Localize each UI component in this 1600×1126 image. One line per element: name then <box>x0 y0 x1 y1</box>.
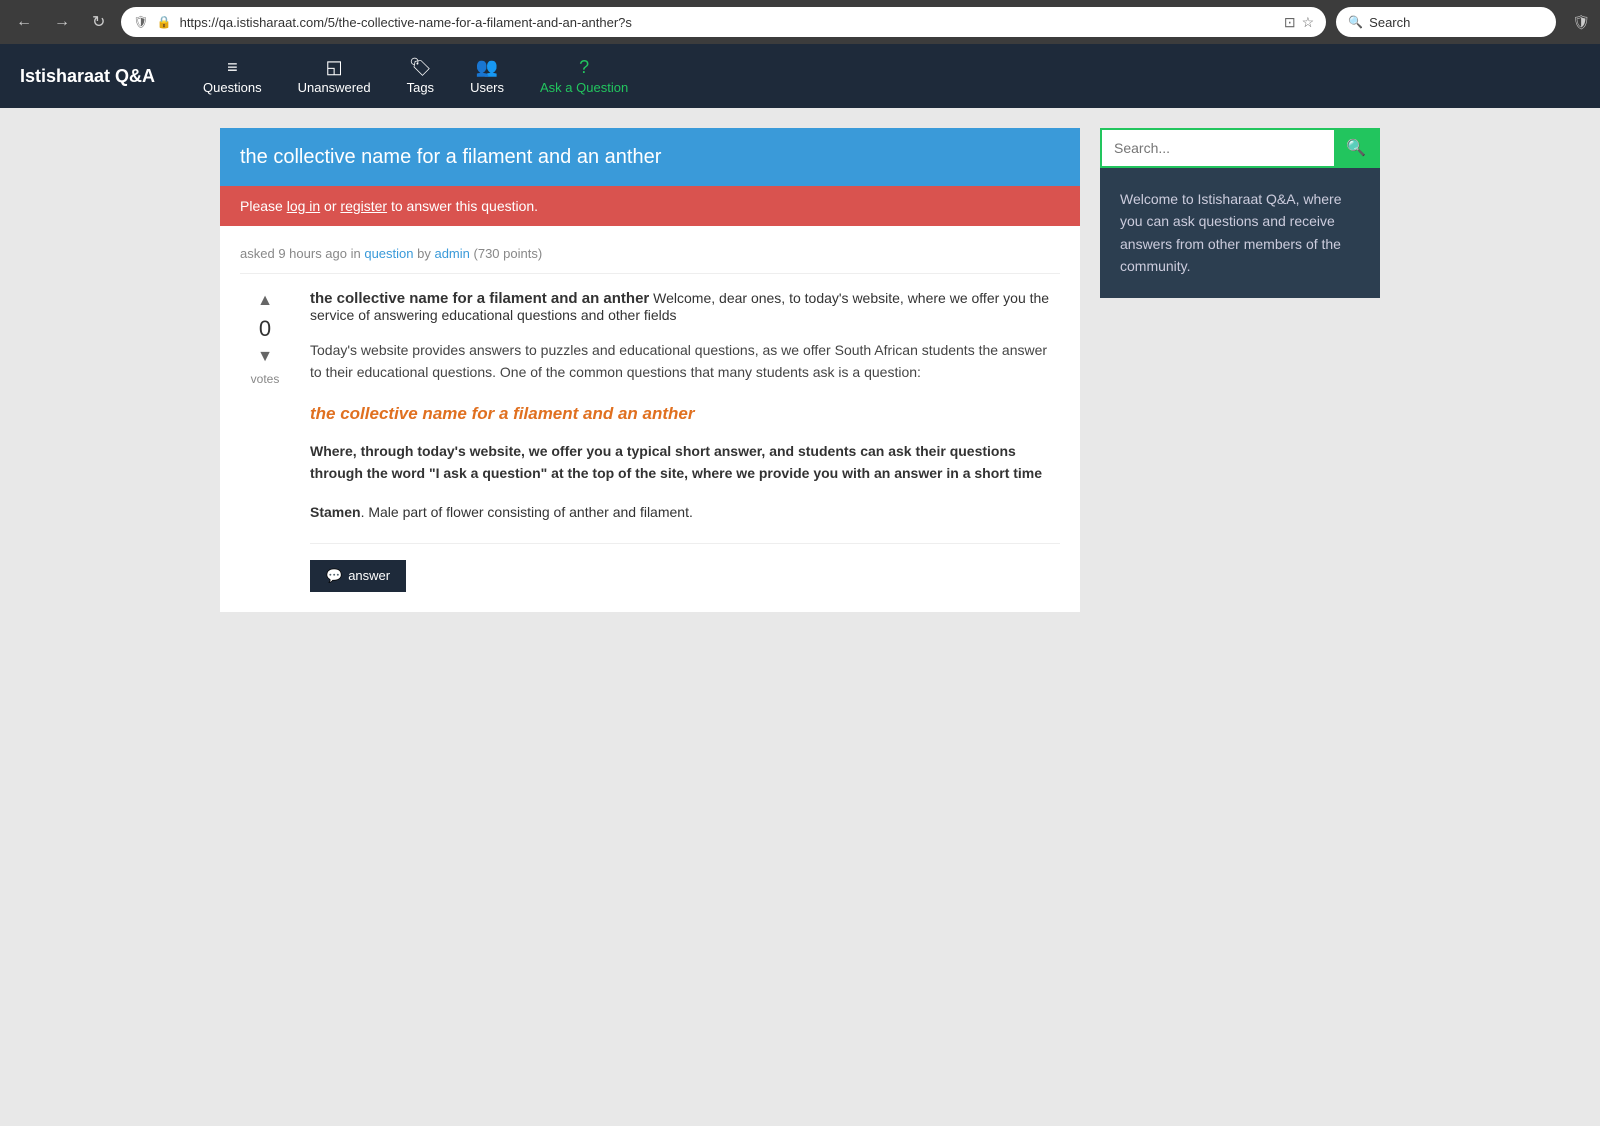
meta-time: 9 hours ago in <box>278 246 364 261</box>
sidebar-search: 🔍 <box>1100 128 1380 168</box>
question-title-bar: the collective name for a filament and a… <box>220 128 1080 186</box>
bookmark-icon[interactable]: ⊡ <box>1284 14 1296 31</box>
nav-users[interactable]: 👥 Users <box>452 47 522 105</box>
browser-chrome: ← → ↻ 🛡 🔒 https://qa.istisharaat.com/5/t… <box>0 0 1600 44</box>
downvote-button[interactable] <box>255 346 275 368</box>
nav-questions[interactable]: ≡ Questions <box>185 47 280 105</box>
answer-button-label: answer <box>348 568 390 583</box>
search-icon: 🔍 <box>1348 15 1363 29</box>
question-content: the collective name for a filament and a… <box>310 290 1060 592</box>
site-nav: ≡ Questions ◱ Unanswered 🏷 Tags 👥 Users … <box>185 47 646 105</box>
ask-icon: ? <box>579 57 589 78</box>
star-icon[interactable]: ☆ <box>1302 14 1315 31</box>
upvote-button[interactable] <box>255 290 275 312</box>
sidebar-welcome: Welcome to Istisharaat Q&A, where you ca… <box>1100 168 1380 298</box>
meta-author[interactable]: admin <box>434 246 469 261</box>
page-wrapper: the collective name for a filament and a… <box>200 108 1400 632</box>
site-logo[interactable]: Istisharaat Q&A <box>20 66 155 87</box>
nav-tags[interactable]: 🏷 Tags <box>389 47 452 105</box>
lock-icon: 🔒 <box>157 15 172 29</box>
back-button[interactable]: ← <box>10 9 38 35</box>
nav-tags-label: Tags <box>407 80 434 95</box>
question-paragraph: Today's website provides answers to puzz… <box>310 339 1060 384</box>
question-meta: asked 9 hours ago in question by admin (… <box>240 246 1060 274</box>
questions-icon: ≡ <box>227 57 238 78</box>
meta-points: (730 points) <box>474 246 543 261</box>
address-bar[interactable]: 🛡 🔒 https://qa.istisharaat.com/5/the-col… <box>121 7 1326 37</box>
sidebar-search-icon: 🔍 <box>1346 140 1366 157</box>
votes-label: votes <box>251 372 280 386</box>
security-icon: 🛡 <box>133 15 148 29</box>
sidebar-search-button[interactable]: 🔍 <box>1334 130 1378 166</box>
forward-button[interactable]: → <box>48 9 76 35</box>
login-notice: Please log in or register to answer this… <box>220 186 1080 226</box>
answer-button[interactable]: 💬 answer <box>310 560 406 592</box>
nav-ask-label: Ask a Question <box>540 80 628 95</box>
question-title: the collective name for a filament and a… <box>240 146 661 168</box>
browser-search-bar[interactable]: 🔍 Search <box>1336 7 1556 37</box>
site-header: Istisharaat Q&A ≡ Questions ◱ Unanswered… <box>0 44 1600 108</box>
sidebar-search-input[interactable] <box>1102 130 1334 166</box>
question-subtitle: the collective name for a filament and a… <box>310 404 1060 424</box>
nav-users-label: Users <box>470 80 504 95</box>
meta-category[interactable]: question <box>364 246 413 261</box>
question-layout: 0 votes the collective name for a filame… <box>240 290 1060 592</box>
nav-unanswered[interactable]: ◱ Unanswered <box>280 47 389 105</box>
reload-button[interactable]: ↻ <box>86 8 111 36</box>
sidebar-welcome-text: Welcome to Istisharaat Q&A, where you ca… <box>1120 191 1342 274</box>
tags-icon: 🏷 <box>409 57 432 78</box>
meta-action: asked <box>240 246 275 261</box>
answer-term: Stamen <box>310 504 361 520</box>
vote-count: 0 <box>259 316 271 342</box>
unanswered-icon: ◱ <box>326 57 343 78</box>
address-bar-actions: ⊡ ☆ <box>1284 14 1314 31</box>
nav-questions-label: Questions <box>203 80 262 95</box>
nav-ask[interactable]: ? Ask a Question <box>522 47 646 105</box>
question-answer-result: Stamen. Male part of flower consisting o… <box>310 501 1060 544</box>
question-title-inline: the collective name for a filament and a… <box>310 290 649 307</box>
main-content: the collective name for a filament and a… <box>220 128 1080 612</box>
answer-button-icon: 💬 <box>326 568 342 584</box>
search-bar-text: Search <box>1369 15 1410 30</box>
url-display: https://qa.istisharaat.com/5/the-collect… <box>180 15 1276 30</box>
users-icon: 👥 <box>476 57 498 78</box>
nav-unanswered-label: Unanswered <box>298 80 371 95</box>
answer-rest: . Male part of flower consisting of anth… <box>361 504 693 520</box>
sidebar: 🔍 Welcome to Istisharaat Q&A, where you … <box>1100 128 1380 612</box>
question-body: asked 9 hours ago in question by admin (… <box>220 226 1080 612</box>
browser-shield-icon: 🛡 <box>1572 14 1590 31</box>
register-link[interactable]: register <box>340 198 387 214</box>
login-link[interactable]: log in <box>287 198 320 214</box>
question-first-para: the collective name for a filament and a… <box>310 290 1060 323</box>
meta-by: by <box>417 246 434 261</box>
vote-section: 0 votes <box>240 290 290 592</box>
question-answer-desc: Where, through today's website, we offer… <box>310 440 1060 485</box>
